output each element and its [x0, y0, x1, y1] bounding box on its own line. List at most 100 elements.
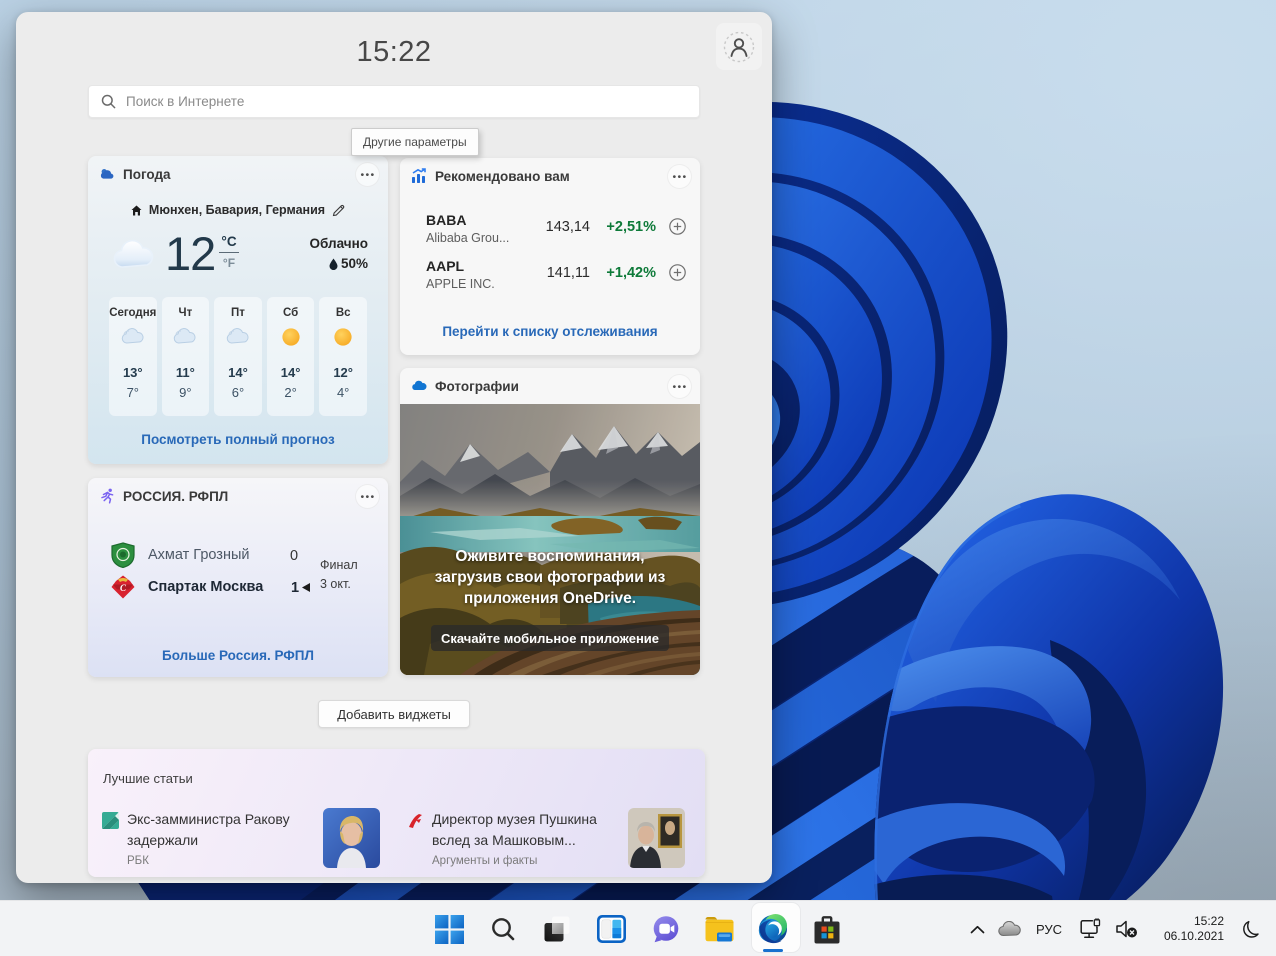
raindrop-icon: [329, 258, 338, 270]
sunny-icon: [281, 328, 300, 346]
sports-title: РОССИЯ. РФПЛ: [123, 489, 229, 504]
news-article-2[interactable]: Директор музея Пушкина вслед за Машковым…: [407, 808, 697, 871]
profile-button[interactable]: [716, 23, 762, 70]
sports-runner-icon: [101, 488, 114, 504]
edge-running-indicator: [763, 949, 783, 952]
forecast-icon-wrap: [173, 327, 197, 344]
forecast-low: 4°: [336, 385, 350, 400]
top-stories-header: Лучшие статьи: [103, 771, 193, 786]
celsius-label[interactable]: °C: [217, 234, 241, 249]
news-article-1[interactable]: Экс-замминистра Ракову задержали РБК: [102, 808, 392, 871]
weather-forecast-link[interactable]: Посмотреть полный прогноз: [88, 432, 388, 447]
forecast-cell[interactable]: Пт 14° 6°: [214, 297, 262, 416]
partly-cloudy-icon: [174, 328, 196, 344]
search-input[interactable]: [126, 94, 687, 109]
fahrenheit-label[interactable]: °F: [217, 256, 241, 270]
weather-location-row[interactable]: Мюнхен, Бавария, Германия: [88, 203, 388, 217]
stock-row-aapl[interactable]: AAPL APPLE INC. 141,11 +1,42%: [426, 258, 686, 292]
desktop: 15:22 Другие параметры Пого: [0, 0, 1276, 956]
away-team-score: 1: [291, 580, 300, 596]
svg-text:C: C: [120, 583, 127, 593]
photos-more-button[interactable]: •••: [667, 374, 692, 399]
stock-price: 143,14: [545, 219, 590, 235]
forecast-icon-wrap: [333, 327, 353, 347]
get-mobile-app-button[interactable]: Скачайте мобильное приложение: [430, 625, 670, 651]
sports-more-button[interactable]: •••: [355, 484, 380, 509]
focus-assist-button[interactable]: [1224, 909, 1276, 949]
stocks-header: Рекомендовано вам •••: [400, 158, 700, 194]
sports-widget[interactable]: РОССИЯ. РФПЛ ••• Ахмат Грозный 0 C Спарт…: [88, 478, 388, 677]
widgets-panel: 15:22 Другие параметры Пого: [16, 12, 772, 883]
edge-button[interactable]: [746, 901, 800, 956]
onedrive-cloud-icon: [412, 380, 427, 390]
photos-title: Фотографии: [435, 379, 519, 394]
store-button[interactable]: [800, 901, 854, 956]
weather-current: 12 °C °F Облачно 50%: [113, 227, 368, 280]
chat-button[interactable]: [638, 901, 692, 956]
home-team-score: 0: [290, 548, 299, 564]
onedrive-tray-button[interactable]: [992, 909, 1026, 949]
network-tray-button[interactable]: [1072, 909, 1110, 949]
volume-tray-button[interactable]: [1110, 909, 1144, 949]
title-line: задержали: [127, 832, 199, 848]
message-line: Оживите воспоминания,: [455, 548, 645, 565]
tray-time: 15:22: [1193, 914, 1224, 928]
forecast-high: 11°: [175, 365, 195, 380]
forecast-day: Сегодня: [109, 307, 157, 319]
sunny-icon: [334, 328, 352, 346]
volume-muted-icon: [1116, 920, 1137, 938]
forecast-cell[interactable]: Сегодня 13° 7°: [109, 297, 157, 416]
forecast-day: Чт: [178, 307, 193, 319]
match-home-row[interactable]: Ахмат Грозный: [110, 542, 250, 568]
forecast-high: 14°: [280, 365, 301, 380]
match-away-row[interactable]: C Спартак Москва: [110, 574, 263, 600]
stock-change: +1,42%: [606, 265, 656, 281]
stock-row-baba[interactable]: BABA Alibaba Grou... 143,14 +2,51%: [426, 212, 686, 246]
weather-widget[interactable]: Погода ••• Мюнхен, Бавария, Германия 12 …: [88, 156, 388, 464]
stocks-watchlist-link[interactable]: Перейти к списку отслеживания: [400, 324, 700, 339]
file-explorer-button[interactable]: [692, 901, 746, 956]
stocks-widget[interactable]: Рекомендовано вам ••• BABA Alibaba Grou.…: [400, 158, 700, 355]
sports-more-link[interactable]: Больше Россия. РФПЛ: [88, 648, 388, 663]
windows-start-icon: [434, 914, 464, 944]
file-explorer-icon: [705, 917, 733, 942]
stock-change: +2,51%: [606, 219, 656, 235]
watchlist-add-icon[interactable]: [669, 218, 686, 235]
forecast-row: Сегодня 13° 7° Чт 11° 9° Пт 14° 6° Сб 14° 2° Вс 12° 4°: [109, 297, 367, 416]
search-button[interactable]: [476, 901, 530, 956]
unit-toggle[interactable]: °C °F: [217, 234, 241, 270]
task-view-button[interactable]: [530, 901, 584, 956]
edit-pencil-icon[interactable]: [332, 204, 345, 217]
tray-overflow-button[interactable]: [962, 909, 992, 949]
add-widgets-button[interactable]: Добавить виджеты: [318, 700, 470, 728]
title-line: Директор музея Пушкина: [432, 811, 597, 827]
weather-title: Погода: [123, 167, 171, 182]
stocks-more-button[interactable]: •••: [667, 164, 692, 189]
start-button[interactable]: [422, 901, 476, 956]
chevron-up-icon: [970, 925, 984, 933]
stocks-title: Рекомендовано вам: [435, 169, 570, 184]
forecast-cell[interactable]: Чт 11° 9°: [161, 297, 210, 416]
widgets-button[interactable]: [584, 901, 638, 956]
article-title: Директор музея Пушкина вслед за Машковым…: [432, 809, 632, 851]
winner-indicator-icon: [302, 583, 310, 592]
stock-company: Alibaba Grou...: [426, 231, 510, 245]
forecast-low: 2°: [284, 385, 297, 400]
unit-divider: [219, 252, 239, 253]
stock-company: APPLE INC.: [426, 277, 495, 291]
forecast-icon-wrap: [281, 327, 301, 347]
weather-more-button[interactable]: •••: [355, 162, 380, 187]
more-options-tooltip: Другие параметры: [351, 128, 479, 156]
message-line: приложения OneDrive.: [463, 590, 637, 607]
forecast-cell[interactable]: Вс 12° 4°: [319, 297, 367, 416]
network-ethernet-icon: [1080, 918, 1101, 939]
web-search-bar[interactable]: [88, 85, 700, 118]
photos-widget[interactable]: Фотографии ••• Оживите воспоминания, заг…: [400, 368, 700, 675]
forecast-day: Сб: [282, 307, 299, 319]
tray-clock[interactable]: 15:22 06.10.2021: [1144, 914, 1224, 944]
forecast-cell[interactable]: Сб 14° 2°: [266, 297, 315, 416]
precipitation: 50%: [329, 256, 368, 271]
watchlist-add-icon[interactable]: [669, 264, 686, 281]
taskbar-search-icon: [492, 918, 515, 941]
language-indicator[interactable]: РУС: [1026, 909, 1072, 949]
